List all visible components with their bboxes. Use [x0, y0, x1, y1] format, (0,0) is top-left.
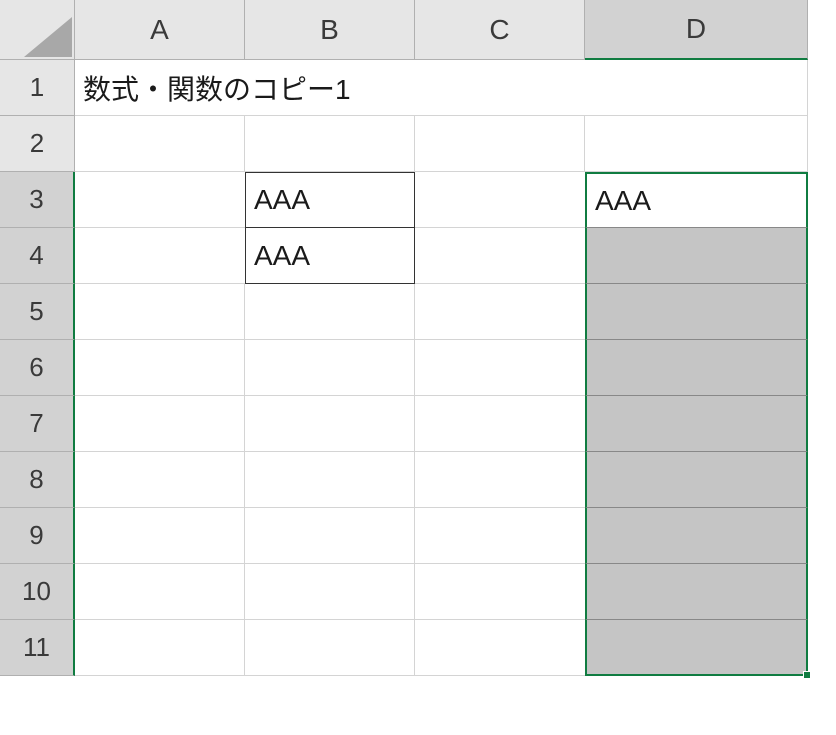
- cell-B8[interactable]: [245, 452, 415, 508]
- cell-A7[interactable]: [75, 396, 245, 452]
- cell-A5[interactable]: [75, 284, 245, 340]
- cell-C9[interactable]: [415, 508, 585, 564]
- cell-C10[interactable]: [415, 564, 585, 620]
- row-header-4[interactable]: 4: [0, 228, 75, 284]
- cell-A6[interactable]: [75, 340, 245, 396]
- cell-A8[interactable]: [75, 452, 245, 508]
- row-header-5[interactable]: 5: [0, 284, 75, 340]
- cell-D8[interactable]: [585, 452, 808, 508]
- row-header-11[interactable]: 11: [0, 620, 75, 676]
- row-header-9[interactable]: 9: [0, 508, 75, 564]
- select-all-corner[interactable]: [0, 0, 75, 60]
- cell-B2[interactable]: [245, 116, 415, 172]
- spreadsheet-grid: A B C D 1 数式・関数のコピー1 2 3 AAA AAA 4 AAA 5…: [0, 0, 836, 676]
- row-header-6[interactable]: 6: [0, 340, 75, 396]
- cell-A11[interactable]: [75, 620, 245, 676]
- cell-B3[interactable]: AAA: [245, 172, 415, 228]
- col-header-A[interactable]: A: [75, 0, 245, 60]
- cell-D10[interactable]: [585, 564, 808, 620]
- cell-B9[interactable]: [245, 508, 415, 564]
- cell-A3[interactable]: [75, 172, 245, 228]
- cell-B6[interactable]: [245, 340, 415, 396]
- cell-C11[interactable]: [415, 620, 585, 676]
- cell-C4[interactable]: [415, 228, 585, 284]
- col-header-C[interactable]: C: [415, 0, 585, 60]
- cell-B5[interactable]: [245, 284, 415, 340]
- cell-B4[interactable]: AAA: [245, 228, 415, 284]
- cell-A9[interactable]: [75, 508, 245, 564]
- cell-A1[interactable]: 数式・関数のコピー1: [75, 60, 808, 116]
- cell-C5[interactable]: [415, 284, 585, 340]
- cell-D5[interactable]: [585, 284, 808, 340]
- row-header-1[interactable]: 1: [0, 60, 75, 116]
- row-header-3[interactable]: 3: [0, 172, 75, 228]
- cell-A4[interactable]: [75, 228, 245, 284]
- row-header-10[interactable]: 10: [0, 564, 75, 620]
- cell-D2[interactable]: [585, 116, 808, 172]
- cell-B7[interactable]: [245, 396, 415, 452]
- col-header-B[interactable]: B: [245, 0, 415, 60]
- fill-handle[interactable]: [803, 671, 811, 679]
- cell-C7[interactable]: [415, 396, 585, 452]
- row-header-7[interactable]: 7: [0, 396, 75, 452]
- row-header-8[interactable]: 8: [0, 452, 75, 508]
- cell-C6[interactable]: [415, 340, 585, 396]
- cell-D11[interactable]: [585, 620, 808, 676]
- cell-A2[interactable]: [75, 116, 245, 172]
- cell-C3[interactable]: [415, 172, 585, 228]
- cell-B10[interactable]: [245, 564, 415, 620]
- cell-D3[interactable]: AAA: [585, 172, 808, 228]
- cell-D9[interactable]: [585, 508, 808, 564]
- row-header-2[interactable]: 2: [0, 116, 75, 172]
- cell-D7[interactable]: [585, 396, 808, 452]
- cell-A10[interactable]: [75, 564, 245, 620]
- cell-C2[interactable]: [415, 116, 585, 172]
- cell-B11[interactable]: [245, 620, 415, 676]
- col-header-D[interactable]: D: [585, 0, 808, 60]
- cell-D6[interactable]: [585, 340, 808, 396]
- cell-C8[interactable]: [415, 452, 585, 508]
- cell-D4[interactable]: [585, 228, 808, 284]
